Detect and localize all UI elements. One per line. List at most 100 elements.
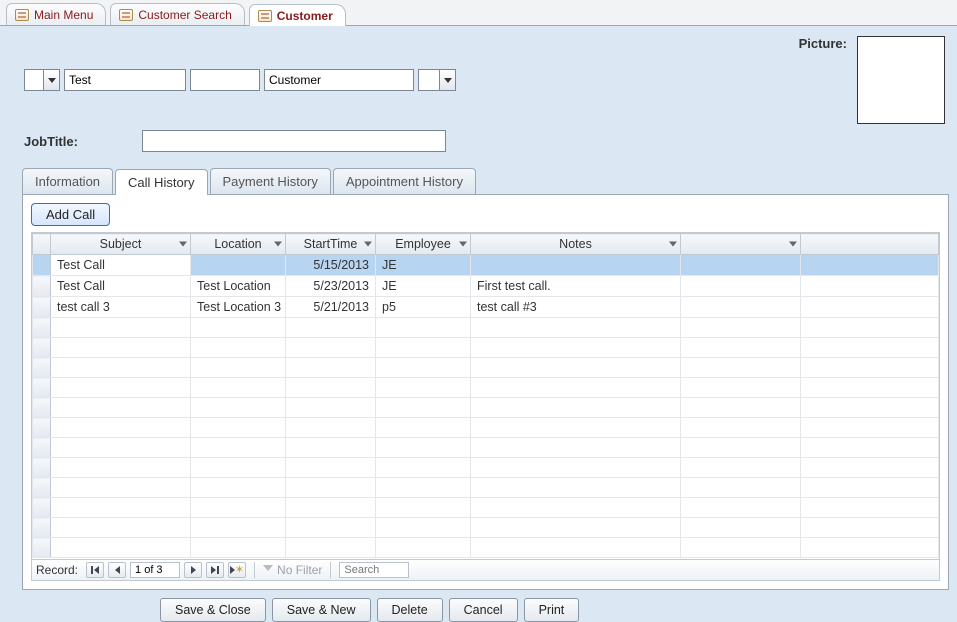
col-header-extra[interactable] (681, 234, 801, 255)
row-selector[interactable] (33, 318, 51, 338)
cell-subject[interactable] (51, 378, 191, 398)
table-row[interactable] (33, 438, 939, 458)
cell-empty[interactable] (681, 458, 801, 478)
chevron-down-icon[interactable] (179, 242, 187, 247)
cell-location[interactable] (191, 418, 286, 438)
cell-empty[interactable] (801, 276, 939, 297)
cell-empty[interactable] (801, 438, 939, 458)
save-close-button[interactable]: Save & Close (160, 598, 266, 622)
cell-start-time[interactable] (286, 498, 376, 518)
cell-subject[interactable] (51, 318, 191, 338)
cell-employee[interactable] (376, 378, 471, 398)
cell-employee[interactable] (376, 518, 471, 538)
doc-tab-customer-search[interactable]: Customer Search (110, 3, 244, 25)
cell-notes[interactable] (471, 338, 681, 358)
cell-employee[interactable] (376, 438, 471, 458)
col-header-subject[interactable]: Subject (51, 234, 191, 255)
cell-empty[interactable] (681, 378, 801, 398)
cell-empty[interactable] (801, 518, 939, 538)
table-row[interactable]: Test Call5/15/2013JE (33, 255, 939, 276)
cell-subject[interactable] (51, 478, 191, 498)
last-name-field[interactable] (264, 69, 414, 91)
cell-employee[interactable] (376, 318, 471, 338)
cell-employee[interactable] (376, 418, 471, 438)
cell-employee[interactable]: JE (376, 276, 471, 297)
cell-location[interactable] (191, 438, 286, 458)
cell-empty[interactable] (681, 358, 801, 378)
table-row[interactable] (33, 538, 939, 558)
cell-subject[interactable] (51, 418, 191, 438)
cell-subject[interactable] (51, 518, 191, 538)
cell-start-time[interactable]: 5/23/2013 (286, 276, 376, 297)
cell-empty[interactable] (801, 255, 939, 276)
cell-location[interactable] (191, 358, 286, 378)
cell-empty[interactable] (801, 458, 939, 478)
add-call-button[interactable]: Add Call (31, 203, 110, 226)
cell-subject[interactable] (51, 498, 191, 518)
nav-prev-button[interactable] (108, 562, 126, 578)
cell-empty[interactable] (681, 518, 801, 538)
cell-location[interactable] (191, 458, 286, 478)
col-header-notes[interactable]: Notes (471, 234, 681, 255)
cell-notes[interactable] (471, 458, 681, 478)
row-selector[interactable] (33, 338, 51, 358)
cell-empty[interactable] (681, 538, 801, 558)
cell-start-time[interactable] (286, 478, 376, 498)
print-button[interactable]: Print (524, 598, 580, 622)
cell-employee[interactable] (376, 538, 471, 558)
col-header-starttime[interactable]: StartTime (286, 234, 376, 255)
cell-start-time[interactable] (286, 518, 376, 538)
record-position-field[interactable] (130, 562, 180, 578)
cell-location[interactable] (191, 498, 286, 518)
cell-start-time[interactable] (286, 338, 376, 358)
cell-empty[interactable] (681, 276, 801, 297)
row-selector[interactable] (33, 478, 51, 498)
cell-notes[interactable]: test call #3 (471, 297, 681, 318)
cell-notes[interactable] (471, 255, 681, 276)
cell-empty[interactable] (681, 418, 801, 438)
cell-subject[interactable] (51, 358, 191, 378)
cell-subject[interactable]: test call 3 (51, 297, 191, 318)
cell-subject[interactable]: Test Call (51, 276, 191, 297)
row-selector[interactable] (33, 438, 51, 458)
cell-empty[interactable] (801, 538, 939, 558)
cell-notes[interactable] (471, 398, 681, 418)
doc-tab-customer[interactable]: Customer (249, 4, 346, 26)
row-selector[interactable] (33, 358, 51, 378)
cell-subject[interactable]: Test Call (51, 255, 191, 276)
nav-last-button[interactable] (206, 562, 224, 578)
cell-notes[interactable] (471, 498, 681, 518)
cell-empty[interactable] (801, 418, 939, 438)
table-row[interactable] (33, 318, 939, 338)
chevron-down-icon[interactable] (364, 242, 372, 247)
cell-empty[interactable] (801, 378, 939, 398)
cell-employee[interactable] (376, 338, 471, 358)
picture-frame[interactable] (857, 36, 945, 124)
cell-notes[interactable] (471, 518, 681, 538)
doc-tab-main-menu[interactable]: Main Menu (6, 3, 106, 25)
delete-button[interactable]: Delete (377, 598, 443, 622)
tab-payment-history[interactable]: Payment History (210, 168, 331, 194)
table-row[interactable] (33, 478, 939, 498)
cell-empty[interactable] (801, 297, 939, 318)
row-selector[interactable] (33, 458, 51, 478)
cell-empty[interactable] (681, 498, 801, 518)
row-selector[interactable] (33, 297, 51, 318)
cell-notes[interactable] (471, 438, 681, 458)
cell-employee[interactable] (376, 398, 471, 418)
chevron-down-icon[interactable] (459, 242, 467, 247)
row-selector[interactable] (33, 538, 51, 558)
col-header-employee[interactable]: Employee (376, 234, 471, 255)
col-header-location[interactable]: Location (191, 234, 286, 255)
cell-location[interactable] (191, 318, 286, 338)
cell-employee[interactable]: p5 (376, 297, 471, 318)
chevron-down-icon[interactable] (440, 69, 456, 91)
cell-location[interactable] (191, 538, 286, 558)
nav-next-button[interactable] (184, 562, 202, 578)
row-selector[interactable] (33, 378, 51, 398)
first-name-field[interactable] (64, 69, 186, 91)
cell-subject[interactable] (51, 438, 191, 458)
cell-start-time[interactable] (286, 398, 376, 418)
select-all-cell[interactable] (33, 234, 51, 255)
cell-start-time[interactable]: 5/15/2013 (286, 255, 376, 276)
